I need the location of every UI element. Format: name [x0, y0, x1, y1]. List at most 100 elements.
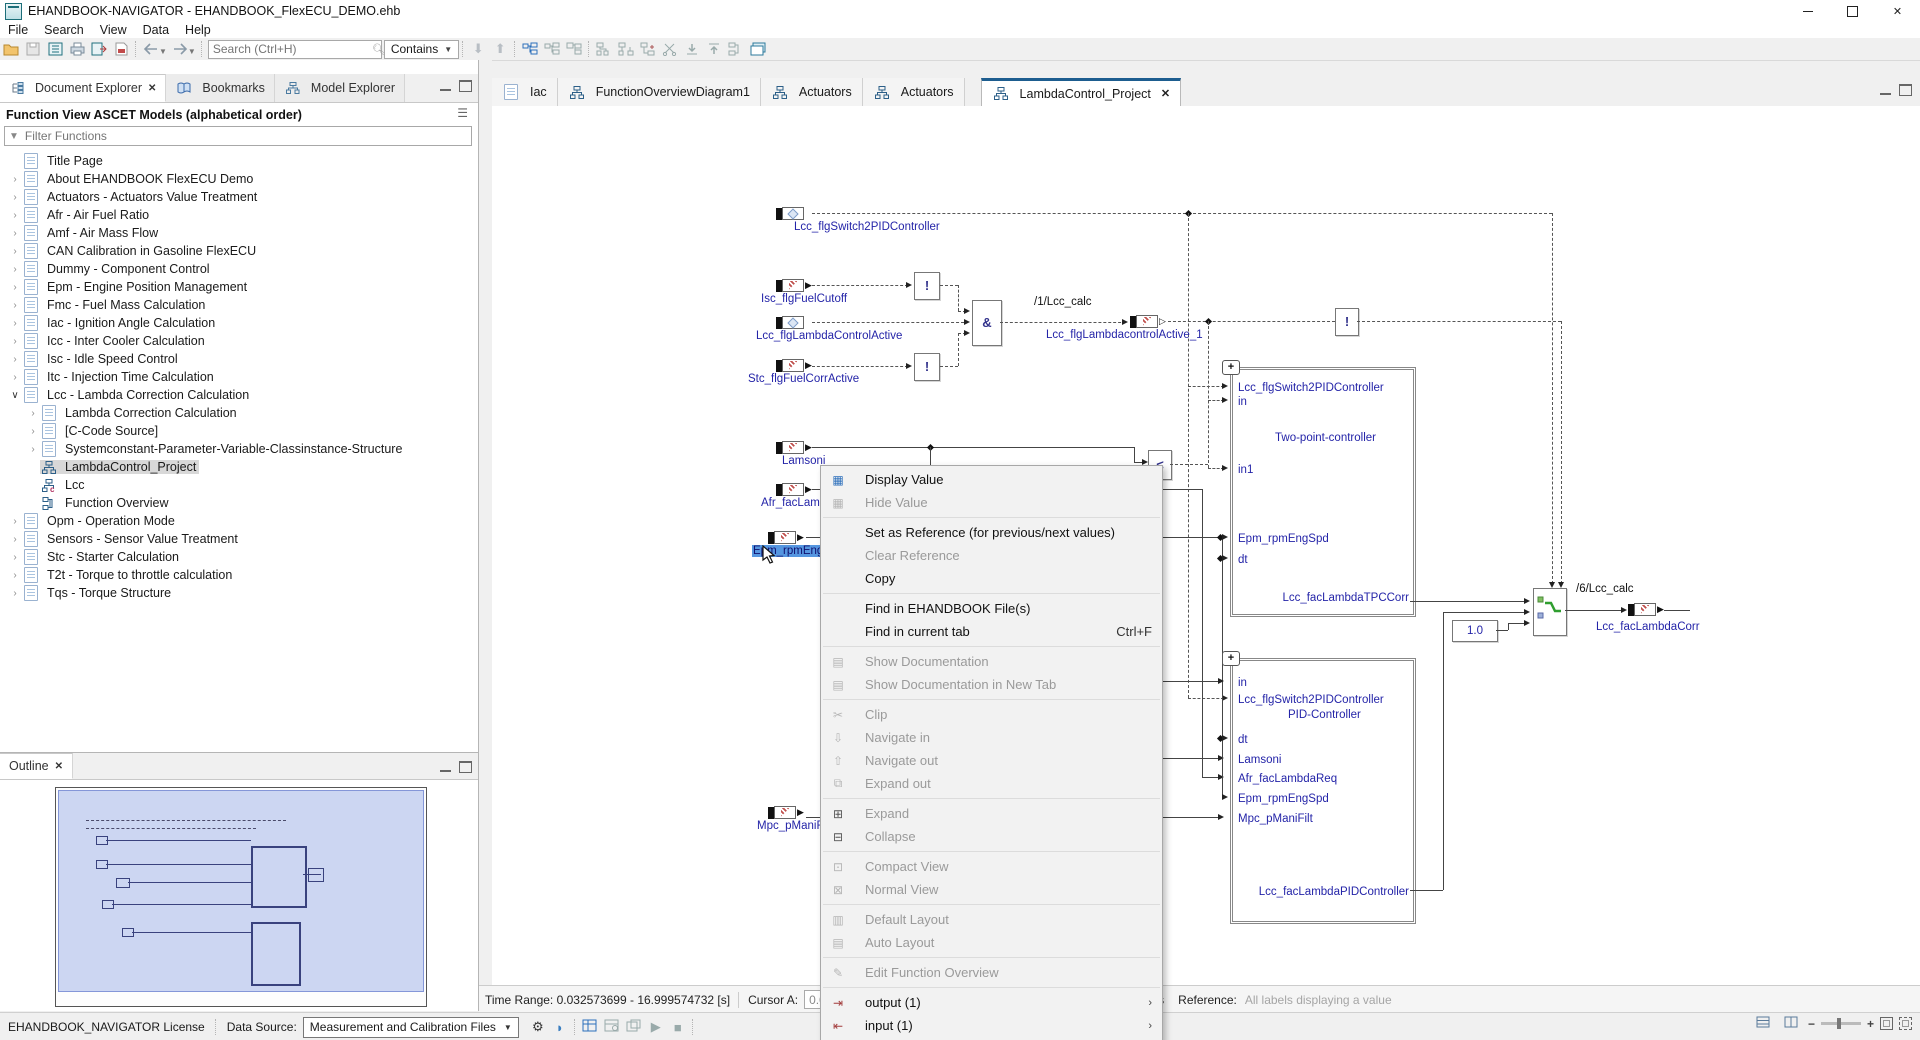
- fit-to-screen-icon[interactable]: [1880, 1017, 1893, 1030]
- chevron-right-icon[interactable]: ›: [26, 408, 40, 419]
- display-values-icon[interactable]: [579, 1019, 601, 1035]
- menu-item-display-value[interactable]: ▦Display Value: [821, 468, 1162, 491]
- port-epm-rpmengspd[interactable]: ▶: [768, 531, 804, 544]
- tab-actuators-1[interactable]: Actuators: [761, 78, 863, 106]
- tree-item[interactable]: ›[C-Code Source]: [0, 422, 478, 440]
- chevron-right-icon[interactable]: ›: [8, 228, 22, 239]
- tree-item[interactable]: ›T2t - Torque to throttle calculation: [0, 566, 478, 584]
- tree-item[interactable]: ›Fmc - Fuel Mass Calculation: [0, 296, 478, 314]
- menu-item-output[interactable]: ⇥output (1)›: [821, 991, 1162, 1014]
- compact-view-icon[interactable]: [541, 40, 563, 58]
- tree-item[interactable]: ›Systemconstant-Parameter-Variable-Class…: [0, 440, 478, 458]
- tree-item[interactable]: ›CAN Calibration in Gasoline FlexECU: [0, 242, 478, 260]
- minimize-panel-icon[interactable]: [1880, 84, 1891, 95]
- lens-icon[interactable]: ◗: [549, 1020, 571, 1035]
- collapse-in-icon[interactable]: [615, 40, 637, 58]
- open-folder-icon[interactable]: [0, 40, 22, 58]
- menu-item-find-in-current-tab[interactable]: Find in current tabCtrl+F: [821, 620, 1162, 643]
- tree-item[interactable]: ›Icc - Inter Cooler Calculation: [0, 332, 478, 350]
- and-operator[interactable]: &: [972, 300, 1002, 346]
- chevron-right-icon[interactable]: ›: [26, 426, 40, 437]
- pid-controller-block[interactable]: in Lcc_flgSwitch2PIDController PID-Contr…: [1230, 658, 1416, 924]
- menu-item-copy[interactable]: Copy: [821, 567, 1162, 590]
- search-input[interactable]: [209, 42, 372, 56]
- tree-item-lcc-diagram[interactable]: cLcc: [0, 476, 478, 494]
- pdf-export-icon[interactable]: [110, 40, 132, 58]
- tree-item[interactable]: ›Itc - Injection Time Calculation: [0, 368, 478, 386]
- tree-item[interactable]: ›Epm - Engine Position Management: [0, 278, 478, 296]
- signal-label[interactable]: Lcc_facLambdaCorr: [1596, 621, 1700, 633]
- play-icon[interactable]: ▶: [645, 1019, 667, 1035]
- chevron-right-icon[interactable]: ›: [8, 516, 22, 527]
- minimize-panel-icon[interactable]: [440, 80, 451, 91]
- tab-bookmarks[interactable]: Bookmarks: [166, 74, 275, 102]
- chevron-right-icon[interactable]: ›: [8, 372, 22, 383]
- tree-item[interactable]: ›Isc - Idle Speed Control: [0, 350, 478, 368]
- tab-actuators-2[interactable]: Actuators: [863, 78, 965, 106]
- chevron-right-icon[interactable]: ›: [26, 444, 40, 455]
- tree-item[interactable]: ›Stc - Starter Calculation: [0, 548, 478, 566]
- chevron-right-icon[interactable]: ›: [8, 318, 22, 329]
- close-tab-icon[interactable]: ✕: [148, 83, 156, 94]
- chevron-right-icon[interactable]: ›: [8, 264, 22, 275]
- maximize-panel-icon[interactable]: [459, 80, 472, 92]
- ehandbook-icon[interactable]: [44, 40, 66, 58]
- close-button[interactable]: ✕: [1875, 0, 1920, 22]
- diagram-canvas[interactable]: Lcc_flgSwitch2PIDController ▶ Isc_flgFue…: [492, 106, 1920, 985]
- function-overview-icon[interactable]: [725, 40, 747, 58]
- chevron-right-icon[interactable]: ›: [8, 210, 22, 221]
- port-lamsoni[interactable]: ▶: [776, 441, 812, 454]
- data-source-dropdown[interactable]: Measurement and Calibration Files ▼: [303, 1017, 519, 1038]
- highlight-hierarchy-icon[interactable]: [519, 40, 541, 58]
- navigate-out-icon[interactable]: [703, 40, 725, 58]
- chevron-right-icon[interactable]: ›: [8, 552, 22, 563]
- port-afr-faclambdareq[interactable]: ▶: [776, 483, 812, 496]
- not-operator[interactable]: !: [914, 353, 940, 381]
- tree-item[interactable]: ›Opm - Operation Mode: [0, 512, 478, 530]
- signal-label[interactable]: Stc_flgFuelCorrActive: [748, 373, 859, 385]
- tree-item-lcc[interactable]: ∨Lcc - Lambda Correction Calculation: [0, 386, 478, 404]
- tree-item-function-overview[interactable]: Function Overview: [0, 494, 478, 512]
- zoom-slider[interactable]: [1821, 1022, 1861, 1025]
- port-mpc-pmanifilt[interactable]: ▶: [768, 806, 804, 819]
- port-stc-flgfuelcorractive[interactable]: ▶: [776, 359, 812, 372]
- tab-lambdacontrol-project[interactable]: LambdaControl_Project ✕: [981, 78, 1182, 106]
- signal-label[interactable]: Lcc_flgSwitch2PIDController: [794, 221, 940, 233]
- tree-item[interactable]: Title Page: [0, 152, 478, 170]
- tab-outline[interactable]: Outline ✕: [0, 753, 73, 779]
- port-lcc-faclambdacorr[interactable]: ▶: [1628, 603, 1664, 616]
- menu-view[interactable]: View: [92, 23, 135, 37]
- tree-item[interactable]: ›Tqs - Torque Structure: [0, 584, 478, 602]
- outline-thumbnail[interactable]: [55, 787, 427, 1007]
- chevron-right-icon[interactable]: ›: [8, 588, 22, 599]
- tab-document-explorer[interactable]: Document Explorer ✕: [0, 74, 166, 102]
- tree-item[interactable]: ›Iac - Ignition Angle Calculation: [0, 314, 478, 332]
- collapse-block-icon[interactable]: +: [1222, 360, 1240, 375]
- tab-model-explorer[interactable]: Model Explorer: [275, 74, 405, 102]
- grid-view-icon[interactable]: [1752, 1016, 1774, 1031]
- tree-item[interactable]: ›About EHANDBOOK FlexECU Demo: [0, 170, 478, 188]
- not-operator[interactable]: !: [1335, 308, 1359, 336]
- menu-file[interactable]: File: [0, 23, 36, 37]
- tab-functionoverviewdiagram1[interactable]: FunctionOverviewDiagram1: [558, 78, 761, 106]
- collapse-block-icon[interactable]: +: [1222, 651, 1240, 666]
- close-tab-icon[interactable]: ✕: [1161, 87, 1170, 100]
- two-point-controller-block[interactable]: Lcc_flgSwitch2PIDController in Two-point…: [1230, 367, 1416, 617]
- tree-item[interactable]: ›Afr - Air Fuel Ratio: [0, 206, 478, 224]
- chevron-right-icon[interactable]: ›: [8, 354, 22, 365]
- menu-data[interactable]: Data: [135, 23, 177, 37]
- view-menu-icon[interactable]: ☰: [457, 106, 468, 120]
- port-isc-flgfuelcutoff[interactable]: ▶: [776, 279, 812, 292]
- port-lcc-flglambdacontrolactive-1[interactable]: ▷: [1130, 315, 1166, 328]
- navigate-in-icon[interactable]: [681, 40, 703, 58]
- chevron-right-icon[interactable]: ›: [8, 300, 22, 311]
- export-report-icon[interactable]: [88, 40, 110, 58]
- tree-item-lambdacontrol-project[interactable]: LambdaControl_Project: [0, 458, 478, 476]
- fullscreen-icon[interactable]: [1899, 1017, 1912, 1030]
- chevron-right-icon[interactable]: ›: [8, 174, 22, 185]
- constant-block[interactable]: 1.0: [1452, 620, 1498, 642]
- tab-iac[interactable]: Iac: [492, 78, 558, 106]
- expand-all-icon[interactable]: [637, 40, 659, 58]
- reference-values-icon[interactable]: [623, 1019, 645, 1035]
- zoom-out-icon[interactable]: −: [1808, 1017, 1815, 1031]
